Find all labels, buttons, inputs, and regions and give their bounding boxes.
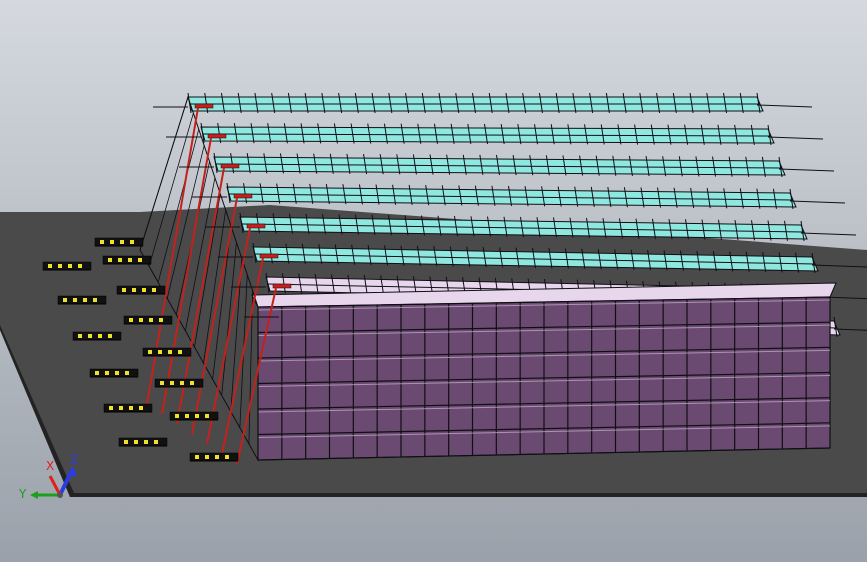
crane-head [246, 223, 266, 229]
conveyor-roller [129, 406, 133, 410]
conveyor-roller [139, 318, 143, 322]
conveyor-roller [78, 264, 82, 268]
conveyor-roller [149, 318, 153, 322]
conveyor-station [94, 237, 144, 247]
conveyor-station [57, 295, 107, 305]
conveyor-roller [138, 258, 142, 262]
conveyor-roller [168, 350, 172, 354]
conveyor-station [102, 255, 152, 265]
conveyor-roller [185, 414, 189, 418]
conveyor-roller [160, 381, 164, 385]
conveyor-roller [95, 371, 99, 375]
conveyor-roller [125, 371, 129, 375]
conveyor-roller [100, 240, 104, 244]
conveyor-roller [175, 414, 179, 418]
conveyor-roller [180, 381, 184, 385]
conveyor-roller [122, 288, 126, 292]
conveyor-roller [195, 414, 199, 418]
crane-head [220, 163, 240, 169]
conveyor-roller [158, 350, 162, 354]
conveyor-roller [108, 258, 112, 262]
conveyor-roller [124, 440, 128, 444]
crane-head [207, 133, 227, 139]
conveyor-roller [115, 371, 119, 375]
conveyor-roller [129, 318, 133, 322]
conveyor-roller [68, 264, 72, 268]
crane-head [194, 103, 214, 109]
conveyor-roller [170, 381, 174, 385]
crane-head [272, 283, 292, 289]
conveyor-station [169, 411, 219, 421]
cad-viewport[interactable]: X Y Z [0, 0, 867, 562]
conveyor-roller [58, 264, 62, 268]
conveyor-roller [195, 455, 199, 459]
conveyor-roller [134, 440, 138, 444]
conveyor-roller [205, 414, 209, 418]
conveyor-roller [88, 334, 92, 338]
conveyor-roller [148, 350, 152, 354]
conveyor-roller [144, 440, 148, 444]
conveyor-roller [205, 455, 209, 459]
conveyor-roller [108, 334, 112, 338]
conveyor-roller [130, 240, 134, 244]
conveyor-roller [119, 406, 123, 410]
conveyor-station [189, 452, 239, 462]
conveyor-station [154, 378, 204, 388]
crane-head [259, 253, 279, 259]
conveyor-roller [215, 455, 219, 459]
conveyor-roller [110, 240, 114, 244]
crane-head [233, 193, 253, 199]
x-axis-label: X [46, 459, 54, 473]
y-axis-label: Y [18, 487, 27, 501]
conveyor-roller [225, 455, 229, 459]
conveyor-roller [178, 350, 182, 354]
conveyor-station [118, 437, 168, 447]
conveyor-station [42, 261, 92, 271]
conveyor-roller [73, 298, 77, 302]
front-rack-face [251, 282, 837, 461]
conveyor-roller [120, 240, 124, 244]
conveyor-roller [154, 440, 158, 444]
triad-origin-icon [57, 492, 63, 498]
conveyor-roller [109, 406, 113, 410]
model-scene[interactable]: X Y Z [0, 0, 867, 562]
conveyor-roller [142, 288, 146, 292]
conveyor-station [103, 403, 153, 413]
conveyor-roller [93, 298, 97, 302]
conveyor-roller [159, 318, 163, 322]
conveyor-roller [152, 288, 156, 292]
conveyor-station [123, 315, 173, 325]
conveyor-roller [63, 298, 67, 302]
conveyor-station [142, 347, 192, 357]
conveyor-roller [128, 258, 132, 262]
conveyor-roller [105, 371, 109, 375]
z-axis-label: Z [70, 453, 78, 467]
conveyor-station [89, 368, 139, 378]
conveyor-roller [118, 258, 122, 262]
conveyor-roller [190, 381, 194, 385]
conveyor-station [116, 285, 166, 295]
conveyor-roller [98, 334, 102, 338]
conveyor-roller [78, 334, 82, 338]
conveyor-roller [83, 298, 87, 302]
conveyor-roller [132, 288, 136, 292]
conveyor-station [72, 331, 122, 341]
conveyor-roller [48, 264, 52, 268]
conveyor-roller [139, 406, 143, 410]
